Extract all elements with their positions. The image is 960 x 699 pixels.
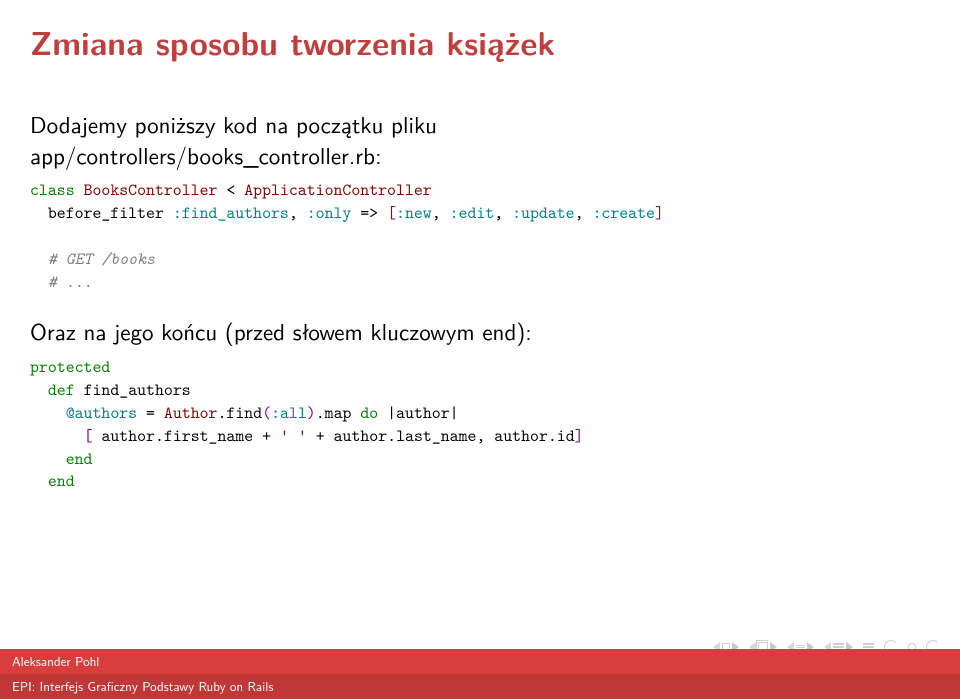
method-name: find_authors [84, 379, 191, 401]
slide-frame: Zmiana sposobu tworzenia książek Dodajem… [0, 0, 960, 699]
footer-course: EPI: Interfejs Graficzny Podstawy Ruby o… [0, 674, 960, 699]
code-block-1: class BooksController < ApplicationContr… [30, 179, 930, 294]
intro-text: Dodajemy poniższy kod na początku pliku [30, 107, 437, 141]
intro-2: Oraz na jego końcu (przed słowem kluczow… [30, 314, 930, 348]
keyword-class: class [30, 179, 75, 201]
footer-author: Aleksander Pohl [0, 649, 960, 674]
class-name: BooksController [84, 179, 218, 201]
before-filter: before_filter [48, 202, 164, 224]
intro-paragraph: Dodajemy poniższy kod na początku pliku … [30, 109, 930, 171]
keyword-end-1: end [66, 448, 93, 470]
slide-title: Zmiana sposobu tworzenia książek [30, 18, 930, 65]
keyword-end-2: end [48, 470, 75, 492]
slide-footer: Aleksander Pohl EPI: Interfejs Graficzny… [0, 649, 960, 699]
file-path: app/controllers/books_controller.rb: [30, 138, 381, 172]
keyword-protected: protected [30, 356, 110, 378]
keyword-def: def [48, 379, 75, 401]
comment-1: # GET /books [48, 248, 155, 270]
comment-2: # ... [48, 271, 93, 293]
ivar-authors: @authors [66, 402, 137, 424]
parent-class: ApplicationController [244, 179, 431, 201]
code-block-2: protected def find_authors @authors = Au… [30, 356, 930, 494]
